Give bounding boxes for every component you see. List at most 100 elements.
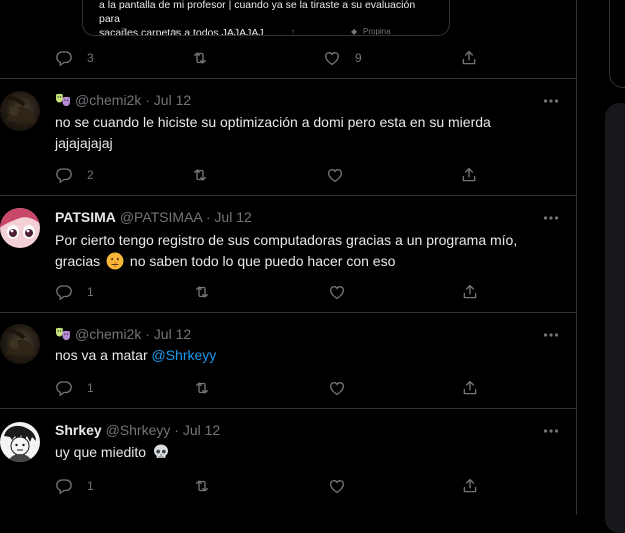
reply-count: 1 bbox=[87, 479, 94, 493]
tweet-text-part: gracias bbox=[55, 253, 101, 269]
retweet-icon bbox=[191, 166, 209, 184]
quoted-tip-icon[interactable]: ◆ bbox=[351, 27, 357, 35]
reply-button[interactable]: 1 bbox=[55, 378, 94, 398]
more-options-icon[interactable] bbox=[543, 98, 559, 104]
like-icon bbox=[328, 477, 346, 495]
retweet-button[interactable] bbox=[193, 282, 211, 302]
share-button[interactable] bbox=[460, 165, 478, 185]
like-button[interactable] bbox=[326, 165, 344, 185]
reply-icon bbox=[55, 283, 73, 301]
tweet-actions: 1 bbox=[55, 378, 485, 398]
skull-emoji-icon bbox=[153, 444, 168, 458]
share-button[interactable] bbox=[461, 282, 479, 302]
quoted-text-line-1: a la pantalla de mi profesor | cuando ya… bbox=[99, 0, 416, 25]
reply-count: 1 bbox=[87, 285, 94, 299]
tweet-text-line-2: jajajajajaj bbox=[55, 135, 113, 151]
like-icon bbox=[328, 379, 346, 397]
avatar[interactable] bbox=[0, 208, 40, 248]
retweet-button[interactable] bbox=[193, 476, 211, 496]
mention-link[interactable]: @Shrkeyy bbox=[152, 347, 217, 363]
share-button[interactable] bbox=[461, 476, 479, 496]
quoted-tweet-card[interactable]: a la pantalla de mi profesor | cuando ya… bbox=[82, 0, 450, 36]
quoted-retweet-icon[interactable]: ⇆ bbox=[171, 27, 178, 35]
more-options-icon[interactable] bbox=[543, 428, 559, 434]
more-options-icon[interactable] bbox=[543, 215, 559, 221]
avatar[interactable] bbox=[0, 422, 40, 462]
like-button[interactable]: 9 bbox=[323, 48, 362, 68]
tweet-time[interactable]: Jul 12 bbox=[154, 326, 191, 342]
user-handle[interactable]: @Shrkeyy bbox=[106, 422, 171, 438]
tweet-actions: 1 bbox=[55, 476, 485, 496]
reply-icon bbox=[55, 379, 73, 397]
reply-count: 2 bbox=[87, 168, 94, 182]
tweet-time[interactable]: Jul 12 bbox=[214, 209, 251, 225]
theater-masks-icon bbox=[55, 92, 71, 108]
avatar-image bbox=[0, 208, 40, 239]
share-icon bbox=[461, 477, 479, 495]
tweet-text: Por cierto tengo registro de sus computa… bbox=[55, 230, 555, 272]
display-name[interactable]: Shrkey bbox=[55, 422, 102, 438]
avatar-image bbox=[4, 425, 36, 462]
separator-dot: · bbox=[174, 422, 179, 438]
avatar[interactable] bbox=[0, 324, 40, 364]
retweet-icon bbox=[191, 49, 209, 67]
retweet-button[interactable] bbox=[191, 48, 209, 68]
share-button[interactable] bbox=[460, 48, 478, 68]
theater-masks-icon bbox=[55, 326, 71, 342]
separator-dot: · bbox=[145, 326, 150, 342]
separator-dot: · bbox=[205, 209, 211, 225]
tweet-text-part: no saben todo lo que puedo hacer con eso bbox=[129, 253, 396, 269]
like-icon bbox=[323, 49, 341, 67]
tweet-text: nos va a matar @Shrkeyy bbox=[55, 345, 555, 366]
retweet-icon bbox=[193, 379, 211, 397]
retweet-icon bbox=[193, 283, 211, 301]
quoted-share-icon[interactable]: ↑ bbox=[291, 27, 295, 35]
user-handle[interactable]: @chemi2k bbox=[75, 92, 141, 108]
user-handle[interactable]: @chemi2k bbox=[75, 326, 141, 342]
tweet-header: @chemi2k · Jul 12 bbox=[55, 91, 191, 109]
tweet-time[interactable]: Jul 12 bbox=[183, 422, 220, 438]
retweet-icon bbox=[193, 477, 211, 495]
tweet-text: no se cuando le hiciste su optimización … bbox=[55, 112, 555, 154]
retweet-button[interactable] bbox=[191, 165, 209, 185]
like-button[interactable] bbox=[328, 378, 346, 398]
sidebar-card bbox=[609, 0, 625, 88]
reply-icon bbox=[55, 49, 73, 67]
user-handle[interactable]: @PATSIMAA bbox=[120, 209, 202, 225]
retweet-button[interactable] bbox=[193, 378, 211, 398]
like-button[interactable] bbox=[328, 282, 346, 302]
tweet-text-part: nos va a matar bbox=[55, 347, 148, 363]
tweet-actions: 1 bbox=[55, 282, 485, 302]
tweet-text-line-2: gracias no saben todo lo que puedo hacer… bbox=[55, 251, 555, 272]
reply-icon bbox=[55, 477, 73, 495]
reply-button[interactable]: 2 bbox=[55, 165, 94, 185]
quoted-like-icon[interactable]: ♡ bbox=[231, 27, 238, 35]
avatar[interactable] bbox=[0, 91, 40, 131]
tweet-time[interactable]: Jul 12 bbox=[154, 92, 191, 108]
quoted-tip-label: Propina bbox=[363, 27, 391, 36]
share-icon bbox=[460, 166, 478, 184]
right-sidebar bbox=[577, 0, 625, 533]
tweet-header: PATSIMA @PATSIMAA · Jul 12 bbox=[55, 208, 252, 226]
like-icon bbox=[328, 283, 346, 301]
tweet[interactable]: @chemi2k · Jul 12 nos va a matar @Shrkey… bbox=[0, 313, 576, 408]
tweet[interactable]: @chemi2k · Jul 12 no se cuando le hicist… bbox=[0, 79, 576, 195]
reply-icon bbox=[55, 166, 73, 184]
share-button[interactable] bbox=[461, 378, 479, 398]
reply-count: 1 bbox=[87, 381, 94, 395]
timeline: a la pantalla de mi profesor | cuando ya… bbox=[0, 0, 577, 515]
sidebar-panel bbox=[605, 103, 625, 533]
quoted-reply-icon[interactable]: ○ bbox=[101, 27, 106, 35]
like-count: 9 bbox=[355, 51, 362, 65]
reply-button[interactable]: 1 bbox=[55, 282, 94, 302]
tweet-text-part: uy que miedito bbox=[55, 444, 147, 460]
reply-button[interactable]: 3 bbox=[55, 48, 94, 68]
more-options-icon[interactable] bbox=[543, 332, 559, 338]
share-icon bbox=[461, 379, 479, 397]
display-name[interactable]: PATSIMA bbox=[55, 209, 116, 225]
reply-button[interactable]: 1 bbox=[55, 476, 94, 496]
like-button[interactable] bbox=[328, 476, 346, 496]
tweet[interactable]: PATSIMA @PATSIMAA · Jul 12 Por cierto te… bbox=[0, 196, 576, 312]
tweet[interactable]: Shrkey @Shrkeyy · Jul 12 uy que miedito … bbox=[0, 409, 576, 515]
quoted-actions: ○ 2 ⇆ ♡ ↑ ◆ Propina bbox=[99, 27, 439, 36]
